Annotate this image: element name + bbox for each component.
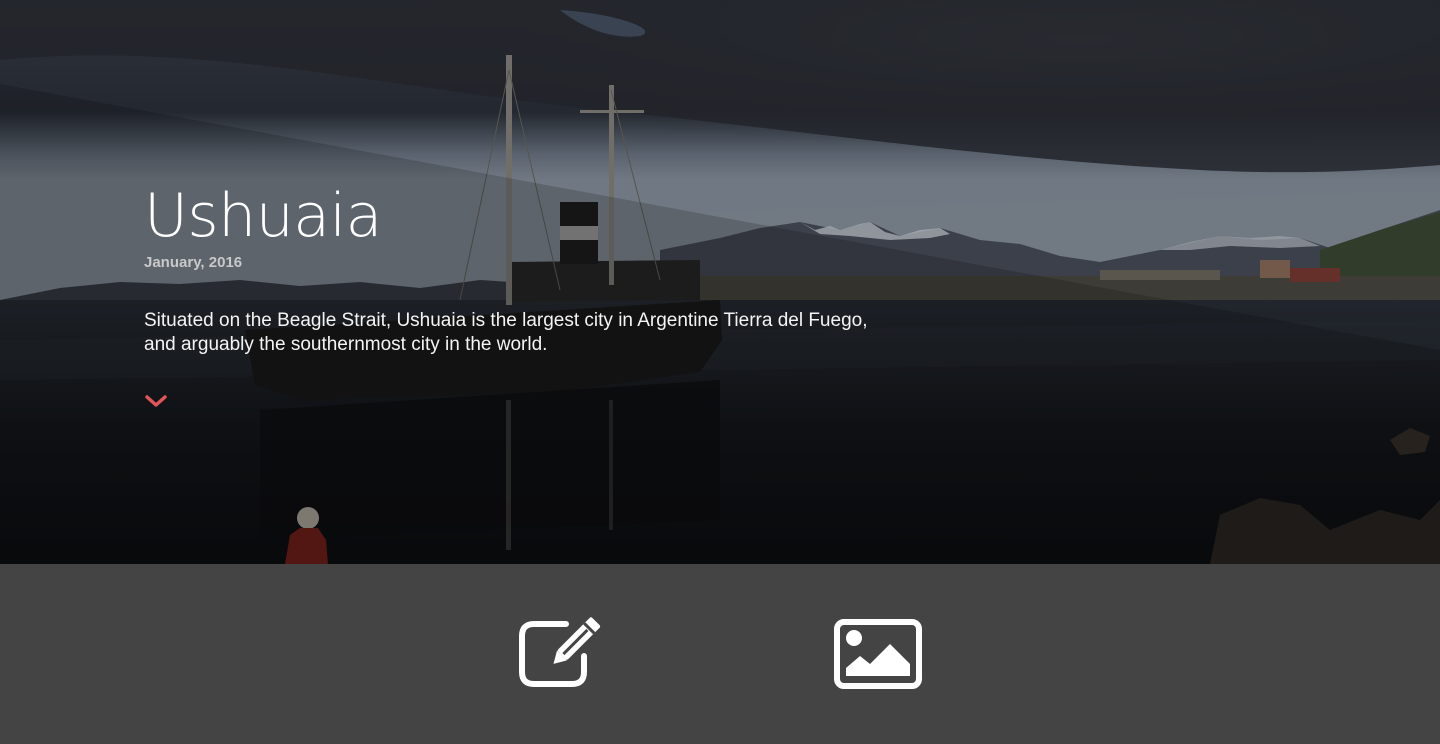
page-title: Ushuaia <box>144 181 382 251</box>
hero-description: Situated on the Beagle Strait, Ushuaia i… <box>144 310 868 355</box>
post-date: January, 2016 <box>144 254 243 271</box>
add-image-button[interactable] <box>830 616 922 692</box>
edit-button[interactable] <box>516 616 608 692</box>
image-icon <box>834 619 922 689</box>
scroll-down-button[interactable] <box>144 392 168 410</box>
actions-bar <box>0 564 1440 744</box>
hero-section: Ushuaia January, 2016 Situated on the Be… <box>0 0 1440 564</box>
edit-icon <box>519 617 601 687</box>
chevron-down-icon <box>145 395 167 407</box>
hero-content: Ushuaia January, 2016 Situated on the Be… <box>144 180 904 357</box>
